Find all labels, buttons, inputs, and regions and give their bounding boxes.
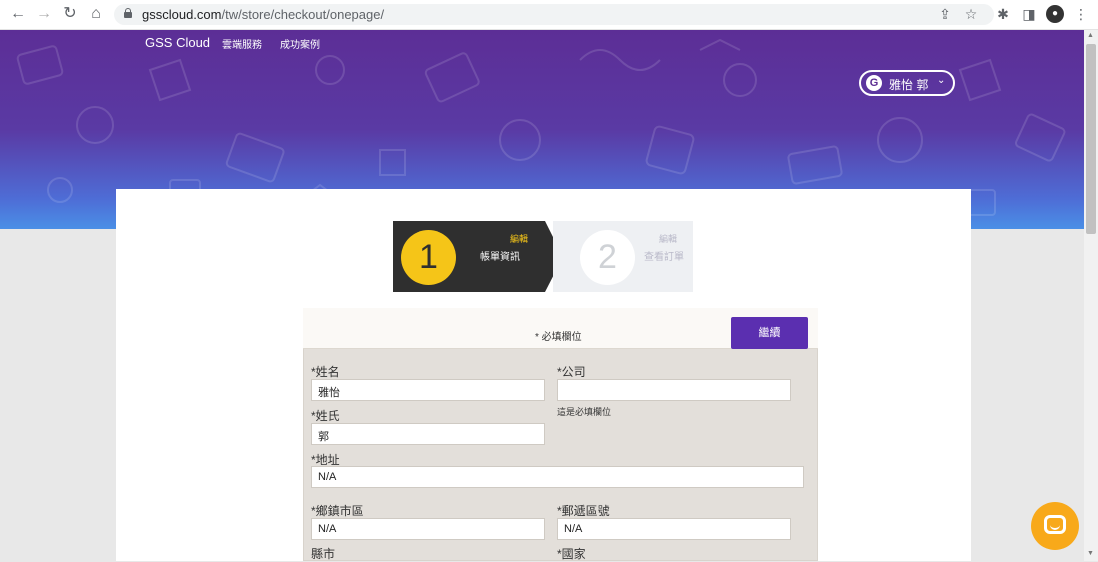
- user-initial: G: [866, 75, 882, 91]
- scroll-up-icon[interactable]: ▲: [1087, 32, 1094, 39]
- user-menu[interactable]: G 雅怡 郭 ⌄: [859, 70, 955, 96]
- company-label: *公司: [557, 365, 586, 379]
- chevron-down-icon: ⌄: [937, 75, 946, 86]
- scroll-down-icon[interactable]: ▼: [1087, 550, 1094, 557]
- share-icon[interactable]: ⇪: [936, 5, 954, 23]
- country-label: *國家: [557, 547, 586, 561]
- first-name-field[interactable]: 雅怡: [311, 379, 545, 401]
- reload-icon[interactable]: ↻: [60, 4, 80, 24]
- required-note: * 必填欄位: [535, 332, 582, 343]
- district-label: *鄉鎮市區: [311, 504, 364, 518]
- step-1-edit-link[interactable]: 編輯: [510, 232, 528, 245]
- last-name-label: *姓氏: [311, 409, 340, 423]
- step-2-edit-link[interactable]: 編輯: [659, 232, 677, 245]
- scroll-thumb[interactable]: [1086, 44, 1096, 234]
- continue-button[interactable]: 繼續: [731, 317, 808, 349]
- lock-icon: [124, 8, 132, 18]
- menu-kebab-icon[interactable]: ⋮: [1072, 5, 1090, 23]
- nav-case-studies[interactable]: 成功案例: [280, 36, 320, 51]
- city-label: 縣市: [311, 547, 336, 561]
- browser-toolbar: ← → ↻ ⌂ gsscloud.com/tw/store/checkout/o…: [0, 0, 1098, 30]
- first-name-label: *姓名: [311, 365, 340, 379]
- back-icon[interactable]: ←: [8, 4, 28, 24]
- last-name-field[interactable]: 郭: [311, 423, 545, 445]
- district-field[interactable]: N/A: [311, 518, 545, 540]
- address-bar[interactable]: gsscloud.com/tw/store/checkout/onepage/: [114, 4, 994, 25]
- url-text: gsscloud.com/tw/store/checkout/onepage/: [142, 7, 385, 22]
- postcode-label: *郵遞區號: [557, 504, 610, 518]
- page-scrollbar[interactable]: ▲ ▼: [1084, 30, 1098, 561]
- bookmark-star-icon[interactable]: ☆: [962, 5, 980, 23]
- address-field[interactable]: N/A: [311, 466, 804, 488]
- postcode-field[interactable]: N/A: [557, 518, 791, 540]
- live-chat-button[interactable]: [1031, 502, 1079, 550]
- brand-logo[interactable]: GSS Cloud: [145, 35, 210, 50]
- company-field[interactable]: [557, 379, 791, 401]
- profile-avatar[interactable]: ●: [1046, 5, 1064, 23]
- step-2-title: 查看訂單: [644, 252, 684, 263]
- nav-cloud-services[interactable]: 雲端服務: [222, 36, 262, 51]
- home-icon[interactable]: ⌂: [86, 4, 106, 24]
- step-1-title: 帳單資訊: [480, 252, 520, 263]
- forward-icon[interactable]: →: [34, 4, 54, 24]
- user-name: 雅怡 郭: [889, 78, 929, 92]
- step-1-number: 1: [401, 230, 456, 285]
- side-panel-icon[interactable]: ◨: [1020, 5, 1038, 23]
- step-2-number: 2: [580, 230, 635, 285]
- extensions-icon[interactable]: ✱: [994, 5, 1012, 23]
- company-error-message: 這是必填欄位: [557, 407, 612, 417]
